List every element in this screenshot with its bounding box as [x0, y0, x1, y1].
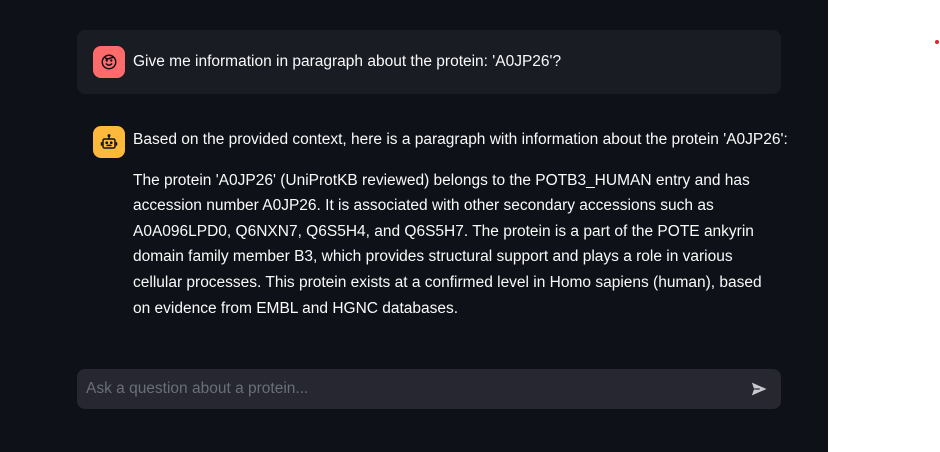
assistant-intro-text: Based on the provided context, here is a…: [133, 131, 788, 148]
user-avatar: [93, 46, 125, 78]
right-blank-pane: [828, 0, 940, 452]
assistant-message: Based on the provided context, here is a…: [133, 127, 788, 321]
user-message: Give me information in paragraph about t…: [77, 30, 781, 94]
user-message-text: Give me information in paragraph about t…: [133, 53, 562, 70]
chat-app-main: Give me information in paragraph about t…: [0, 0, 828, 452]
robot-icon: [100, 134, 118, 149]
send-arrow-icon: [751, 382, 767, 396]
red-dot: [935, 40, 939, 44]
assistant-paragraph: The protein 'A0JP26' (UniProtKB reviewed…: [133, 171, 762, 317]
chat-input-container: [77, 369, 781, 409]
send-button[interactable]: [745, 376, 773, 402]
chat-input[interactable]: [77, 369, 727, 409]
assistant-avatar: [93, 126, 125, 158]
smiley-face-icon: [101, 54, 117, 70]
